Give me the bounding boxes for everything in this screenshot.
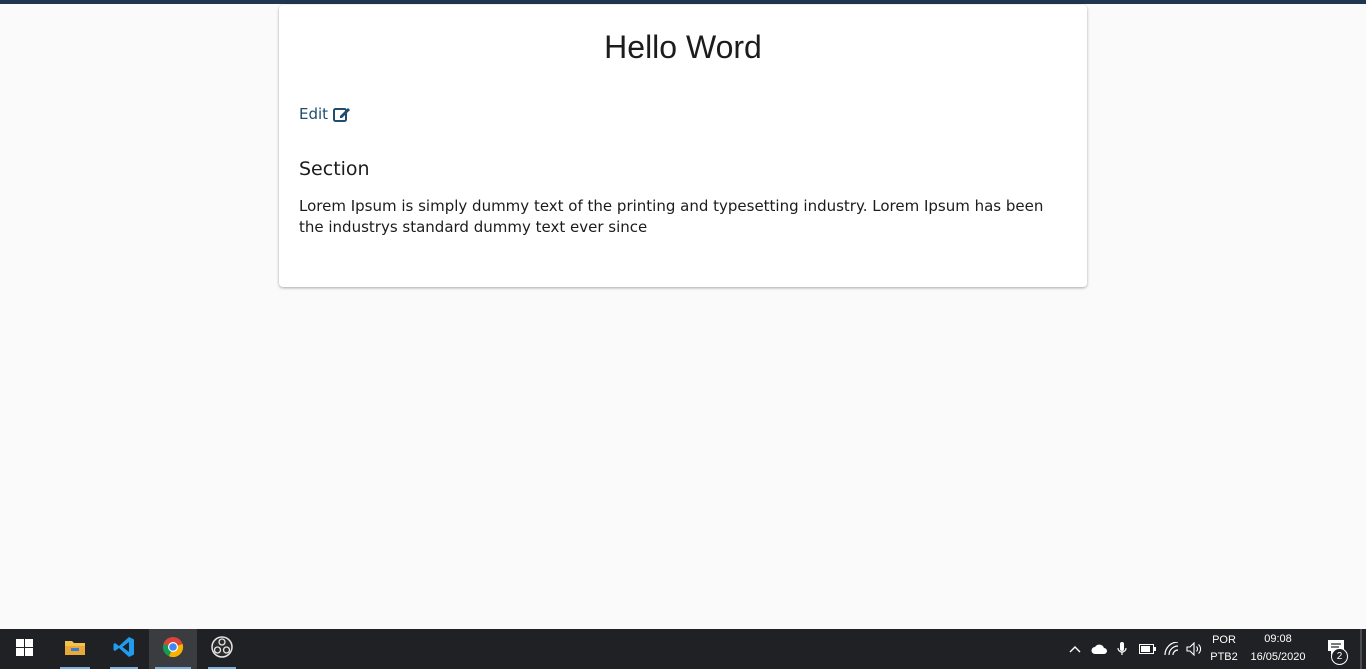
keyboard-layout[interactable]: PTB2 xyxy=(1207,651,1241,663)
taskbar: POR PTB2 09:08 16/05/2020 2 xyxy=(0,629,1366,669)
edit-icon xyxy=(333,106,352,123)
folder-icon xyxy=(64,638,86,660)
vscode-icon xyxy=(113,636,135,662)
microphone-icon[interactable] xyxy=(1114,629,1130,669)
taskbar-app-vscode[interactable] xyxy=(104,629,144,669)
clock-time[interactable]: 09:08 xyxy=(1246,633,1310,645)
notification-count-badge: 2 xyxy=(1331,648,1348,665)
volume-icon[interactable] xyxy=(1184,629,1204,669)
language-code[interactable]: POR xyxy=(1207,634,1241,646)
show-desktop-button[interactable] xyxy=(1360,629,1362,669)
top-app-bar-strip xyxy=(0,0,1366,4)
taskbar-app-chrome[interactable] xyxy=(149,629,197,669)
taskbar-app-file-explorer[interactable] xyxy=(54,629,96,669)
obs-icon xyxy=(211,636,233,662)
card-title: Hello Word xyxy=(604,29,762,65)
content-card: Hello Word Edit Section Lorem Ipsum is s… xyxy=(279,5,1087,287)
taskbar-app-obs[interactable] xyxy=(202,629,242,669)
windows-icon xyxy=(15,638,33,660)
section-body-text: Lorem Ipsum is simply dummy text of the … xyxy=(299,197,1044,236)
start-button[interactable] xyxy=(0,629,48,669)
section-title: Section xyxy=(299,158,370,180)
edit-link[interactable]: Edit xyxy=(299,105,352,123)
onedrive-cloud-icon[interactable] xyxy=(1089,629,1109,669)
wifi-icon[interactable] xyxy=(1162,629,1182,669)
show-hidden-icons-chevron-icon[interactable] xyxy=(1066,629,1084,669)
chrome-icon xyxy=(162,636,184,662)
edit-label: Edit xyxy=(299,105,329,123)
clock-date[interactable]: 16/05/2020 xyxy=(1246,651,1310,663)
battery-icon[interactable] xyxy=(1137,629,1157,669)
